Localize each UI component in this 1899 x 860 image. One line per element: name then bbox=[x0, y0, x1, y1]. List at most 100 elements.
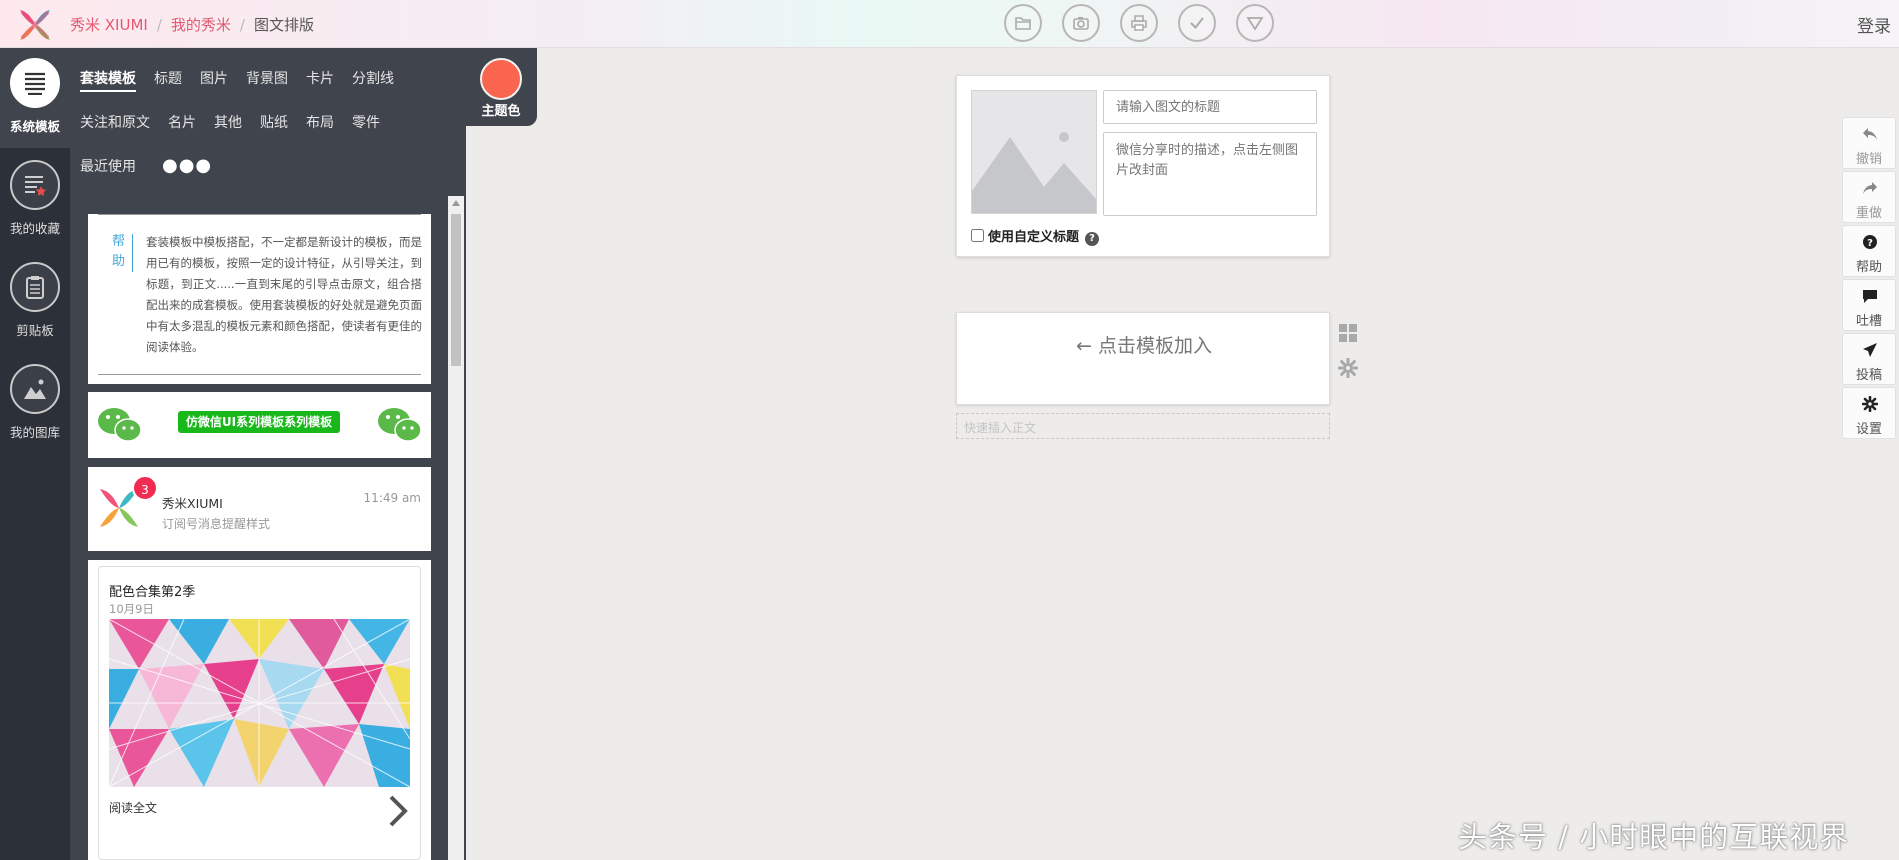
divider bbox=[98, 214, 421, 215]
cover-image-picker[interactable] bbox=[971, 90, 1097, 214]
nav-label: 剪贴板 bbox=[16, 323, 54, 338]
message-subtitle: 订阅号消息提醒样式 bbox=[162, 517, 271, 531]
custom-title-checkbox[interactable] bbox=[971, 229, 984, 242]
read-more-link[interactable]: 阅读全文 bbox=[109, 799, 157, 816]
settings-label: 设置 bbox=[1855, 422, 1882, 437]
chevron-right-icon[interactable] bbox=[385, 793, 411, 829]
template-message-card[interactable]: 3 秀米XIUMI 11:49 am 订阅号消息提醒样式 bbox=[88, 467, 431, 551]
favorite-list-icon bbox=[25, 176, 47, 196]
help-tag: 帮助 bbox=[112, 234, 126, 269]
image-library-icon bbox=[24, 379, 46, 399]
category-layout[interactable]: 布局 bbox=[306, 112, 334, 132]
category-follow-original[interactable]: 关注和原文 bbox=[80, 112, 150, 132]
watermark: 头条号 / 小时眼中的互联视界 bbox=[1458, 820, 1850, 854]
category-suite-templates[interactable]: 套装模板 bbox=[80, 68, 136, 92]
help-icon: ? bbox=[1863, 235, 1877, 249]
feedback-label: 吐槽 bbox=[1855, 314, 1882, 329]
comment-icon bbox=[1863, 290, 1877, 303]
list-icon bbox=[25, 72, 45, 95]
category-business-card[interactable]: 名片 bbox=[168, 112, 196, 132]
image-placeholder-icon bbox=[972, 132, 1096, 213]
template-drop-area[interactable]: ← 点击模板加入 bbox=[956, 312, 1330, 405]
template-help-card[interactable]: 帮助 套装模板中模板搭配，不一定都是新设计的模板，而是用已有的模板，按照一定的设… bbox=[88, 214, 431, 384]
clipboard-icon bbox=[26, 276, 44, 299]
article-cover-settings: 使用自定义标题? bbox=[956, 75, 1330, 257]
triangle-down-icon bbox=[1246, 17, 1264, 31]
wechat-icon bbox=[378, 408, 422, 442]
article-description-input[interactable] bbox=[1103, 132, 1317, 216]
template-list-scrollbar[interactable] bbox=[448, 196, 464, 860]
submit-button[interactable]: 投稿 bbox=[1842, 333, 1896, 385]
redo-icon bbox=[1863, 182, 1877, 194]
category-row-1: 套装模板 标题 图片 背景图 卡片 分割线 bbox=[80, 68, 412, 92]
divider bbox=[98, 374, 421, 375]
add-template-hint: ← 点击模板加入 bbox=[1076, 335, 1212, 357]
scroll-thumb[interactable] bbox=[451, 214, 461, 366]
top-bar: 秀米 XIUMI / 我的秀米 / 图文排版 登录 bbox=[0, 0, 1899, 48]
category-card[interactable]: 卡片 bbox=[306, 68, 334, 88]
nav-my-favorites[interactable]: 我的收藏 bbox=[0, 150, 70, 250]
breadcrumb-current: 图文排版 bbox=[253, 16, 314, 34]
help-button[interactable]: ? 帮助 bbox=[1842, 225, 1896, 277]
template-list: 帮助 套装模板中模板搭配，不一定都是新设计的模板，而是用已有的模板，按照一定的设… bbox=[70, 196, 466, 860]
article-cover-image bbox=[109, 619, 410, 787]
help-text: 套装模板中模板搭配，不一定都是新设计的模板，而是用已有的模板，按照一定的设计特征… bbox=[146, 235, 422, 354]
category-image[interactable]: 图片 bbox=[200, 68, 228, 88]
template-article-card[interactable]: 配色合集第2季 10月9日 阅读全文 bbox=[88, 560, 431, 860]
scroll-up-arrow[interactable] bbox=[452, 200, 460, 206]
redo-button[interactable]: 重做 bbox=[1842, 171, 1896, 223]
quick-insert-body[interactable]: 快速插入正文 bbox=[956, 413, 1330, 439]
more-actions-button[interactable] bbox=[1236, 4, 1274, 42]
breadcrumb-separator: / bbox=[156, 16, 162, 34]
check-icon bbox=[1190, 17, 1204, 30]
grid-icon[interactable] bbox=[1338, 323, 1358, 343]
theme-color-swatch[interactable] bbox=[480, 58, 522, 100]
xiumi-logo-icon[interactable] bbox=[14, 4, 56, 46]
wechat-icon bbox=[98, 408, 142, 442]
print-icon bbox=[1131, 15, 1147, 31]
gear-icon[interactable] bbox=[1338, 358, 1358, 378]
question-icon[interactable]: ? bbox=[1085, 232, 1100, 246]
send-icon bbox=[1863, 343, 1877, 357]
more-categories-button[interactable]: ●●● bbox=[162, 155, 212, 176]
breadcrumb-brand[interactable]: 秀米 XIUMI bbox=[70, 14, 148, 35]
login-link[interactable]: 登录 bbox=[1857, 12, 1891, 37]
template-wechat-ui-card[interactable]: 仿微信UI系列模板系列模板 bbox=[88, 392, 431, 458]
nav-label: 系统模板 bbox=[9, 119, 60, 134]
undo-label: 撤销 bbox=[1855, 152, 1882, 167]
settings-button[interactable]: 设置 bbox=[1842, 387, 1896, 439]
nav-my-images[interactable]: 我的图库 bbox=[0, 354, 70, 454]
category-parts[interactable]: 零件 bbox=[352, 112, 380, 132]
undo-icon bbox=[1863, 128, 1877, 140]
svg-text:?: ? bbox=[1867, 238, 1873, 249]
wechat-ui-title: 仿微信UI系列模板系列模板 bbox=[178, 411, 340, 433]
nav-system-templates[interactable]: 系统模板 bbox=[0, 48, 70, 148]
article-title-input[interactable] bbox=[1103, 90, 1317, 124]
settings-icon bbox=[1862, 396, 1878, 412]
feedback-button[interactable]: 吐槽 bbox=[1842, 279, 1896, 331]
nav-label: 我的图库 bbox=[9, 425, 60, 440]
category-other[interactable]: 其他 bbox=[214, 112, 242, 132]
submit-label: 投稿 bbox=[1855, 368, 1882, 383]
help-label: 帮助 bbox=[1855, 260, 1882, 275]
message-time: 11:49 am bbox=[363, 491, 421, 505]
category-sticker[interactable]: 贴纸 bbox=[260, 112, 288, 132]
open-button[interactable] bbox=[1004, 4, 1042, 42]
divider bbox=[132, 234, 133, 272]
category-row-3: 最近使用 ●●● bbox=[80, 155, 212, 176]
category-row-2: 关注和原文 名片 其他 贴纸 布局 零件 bbox=[80, 112, 398, 132]
save-button[interactable] bbox=[1178, 4, 1216, 42]
category-recent[interactable]: 最近使用 bbox=[80, 156, 136, 176]
folder-icon bbox=[1015, 17, 1031, 30]
breadcrumb-my-xiumi[interactable]: 我的秀米 bbox=[171, 14, 231, 35]
article-date: 10月9日 bbox=[109, 602, 154, 616]
category-divider[interactable]: 分割线 bbox=[352, 68, 394, 88]
undo-button[interactable]: 撤销 bbox=[1842, 117, 1896, 169]
preview-button[interactable] bbox=[1062, 4, 1100, 42]
category-title[interactable]: 标题 bbox=[154, 68, 182, 88]
nav-clipboard[interactable]: 剪贴板 bbox=[0, 252, 70, 352]
breadcrumb: 秀米 XIUMI / 我的秀米 / 图文排版 bbox=[70, 14, 314, 35]
category-background[interactable]: 背景图 bbox=[246, 68, 288, 88]
print-button[interactable] bbox=[1120, 4, 1158, 42]
custom-title-option[interactable]: 使用自定义标题? bbox=[971, 226, 1100, 246]
